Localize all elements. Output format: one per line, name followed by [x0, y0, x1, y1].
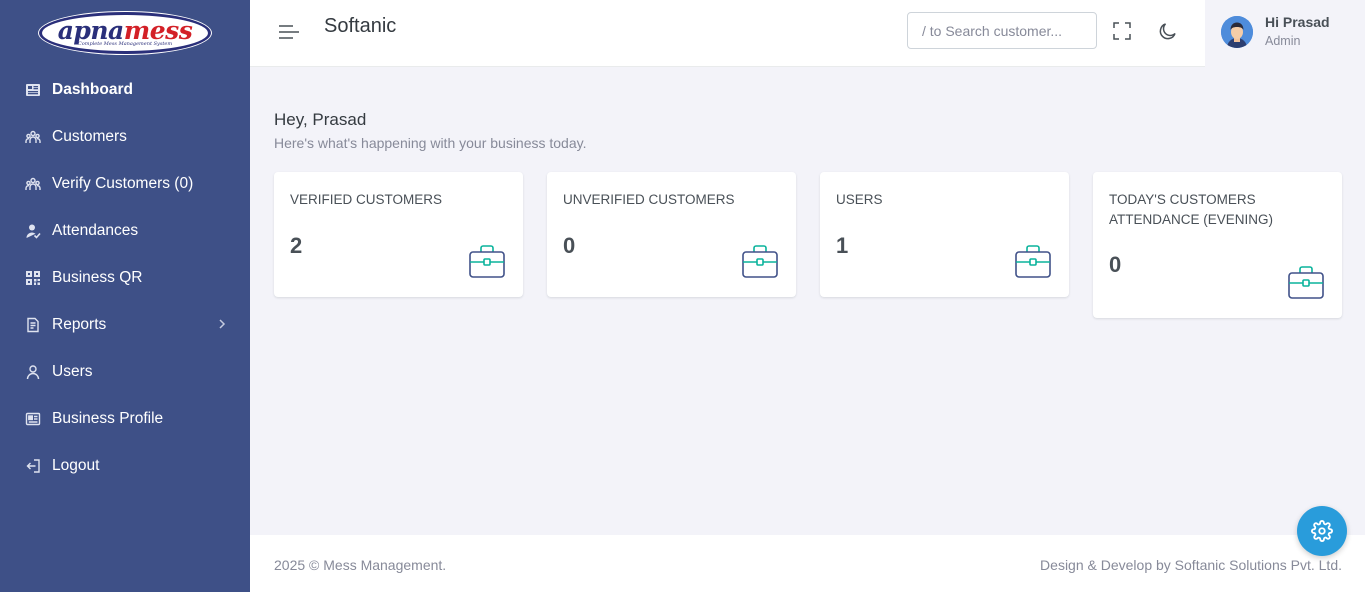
card-title: UNVERIFIED CUSTOMERS [563, 192, 735, 207]
briefcase-icon [742, 245, 778, 278]
sidebar-item-customers[interactable]: Customers [0, 113, 250, 160]
card-value: 0 [563, 233, 576, 258]
fullscreen-icon [1113, 22, 1131, 40]
stat-card-verified-customers: VERIFIED CUSTOMERS 2 [274, 172, 523, 297]
sidebar: apnamess Complete Mess Management System… [0, 0, 250, 592]
verify-customers-icon [24, 175, 41, 192]
sidebar-item-label: Business QR [52, 268, 143, 286]
logo-tagline: Complete Mess Management System [77, 41, 173, 47]
user-name: Hi Prasad [1265, 14, 1330, 30]
footer-copyright: 2025 © Mess Management. [274, 557, 447, 573]
top-header: Softanic Hi Prasad Admin [250, 0, 1365, 67]
qr-code-icon [24, 269, 41, 286]
footer-credits: Design & Develop by Softanic Solutions P… [1040, 557, 1342, 573]
card-title: USERS [836, 192, 883, 207]
gear-icon [1311, 520, 1333, 542]
user-role: Admin [1265, 34, 1301, 48]
greeting-heading: Hey, Prasad [274, 110, 367, 129]
sidebar-item-users[interactable]: Users [0, 348, 250, 395]
card-value: 1 [836, 233, 849, 258]
sidebar-item-business-qr[interactable]: Business QR [0, 254, 250, 301]
sidebar-nav: Dashboard Customers Verify Customers (0)… [0, 66, 250, 489]
sidebar-item-attendances[interactable]: Attendances [0, 207, 250, 254]
sidebar-item-label: Business Profile [52, 409, 164, 427]
briefcase-icon [1288, 266, 1324, 299]
card-value: 0 [1109, 252, 1122, 277]
stat-card-users: USERS 1 [820, 172, 1069, 297]
briefcase-icon [1015, 245, 1051, 278]
user-icon [24, 363, 41, 380]
card-title: VERIFIED CUSTOMERS [290, 192, 443, 207]
reports-icon [24, 316, 41, 333]
attendance-icon [24, 222, 41, 239]
sidebar-item-verify-customers[interactable]: Verify Customers (0) [0, 160, 250, 207]
greeting-subtitle: Here's what's happening with your busine… [274, 135, 587, 151]
sidebar-item-logout[interactable]: Logout [0, 442, 250, 489]
business-profile-icon [24, 410, 41, 427]
avatar [1221, 16, 1253, 48]
sidebar-item-label: Verify Customers (0) [52, 174, 194, 192]
briefcase-icon [469, 245, 505, 278]
chevron-right-icon[interactable] [216, 317, 228, 331]
footer: 2025 © Mess Management. Design & Develop… [250, 535, 1365, 592]
moon-icon [1159, 23, 1176, 40]
sidebar-item-label: Logout [52, 456, 100, 474]
sidebar-item-label: Customers [52, 127, 127, 145]
settings-button[interactable] [1297, 506, 1347, 556]
stat-card-todays-attendance: TODAY'S CUSTOMERS ATTENDANCE (EVENING) 0 [1093, 172, 1342, 318]
sidebar-item-label: Reports [52, 315, 107, 333]
card-title: TODAY'S CUSTOMERS ATTENDANCE (EVENING) [1109, 192, 1274, 227]
customers-icon [24, 128, 41, 145]
dashboard-icon [24, 81, 41, 98]
sidebar-item-business-profile[interactable]: Business Profile [0, 395, 250, 442]
user-profile-dropdown[interactable]: Hi Prasad Admin [1205, 0, 1365, 67]
logo-area: apnamess Complete Mess Management System [0, 0, 250, 66]
hamburger-menu-icon[interactable] [278, 22, 300, 42]
search-input[interactable] [907, 12, 1097, 49]
page-title: Softanic [324, 15, 397, 37]
dark-mode-button[interactable] [1157, 20, 1179, 42]
sidebar-item-reports[interactable]: Reports [0, 301, 250, 348]
sidebar-item-label: Attendances [52, 221, 139, 239]
sidebar-item-label: Dashboard [52, 80, 133, 98]
fullscreen-button[interactable] [1111, 20, 1133, 42]
sidebar-item-dashboard[interactable]: Dashboard [0, 66, 250, 113]
sidebar-item-label: Users [52, 362, 93, 380]
logo-wordmark: apnamess [57, 16, 193, 45]
card-value: 2 [290, 233, 303, 258]
logout-icon [24, 457, 41, 474]
stat-card-unverified-customers: UNVERIFIED CUSTOMERS 0 [547, 172, 796, 297]
apnamess-logo[interactable]: apnamess Complete Mess Management System [39, 12, 211, 54]
